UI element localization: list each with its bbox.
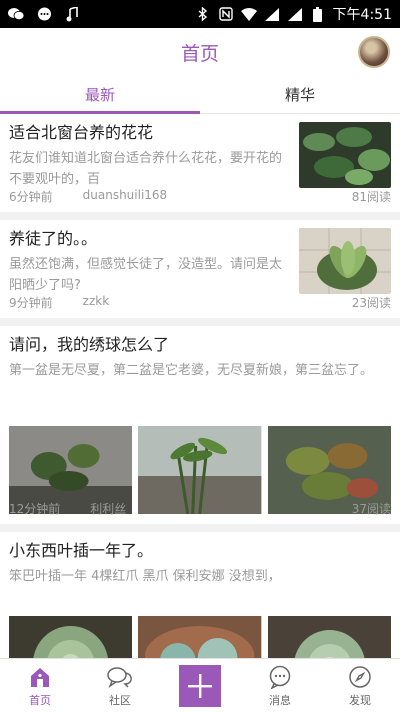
nav-create[interactable]: [160, 659, 240, 712]
plus-icon[interactable]: [179, 664, 221, 707]
signal-icon: [264, 6, 280, 22]
post-text: 请问，我的绣球怎么了 第一盆是无尽夏，第二盆是它老婆，无尽夏新娘，第三盆忘了。: [9, 334, 393, 381]
post-text: 适合北窗台养的花花 花友们谁知道北窗台适合养什么花花，要开花的不要观叶的，百: [9, 122, 291, 190]
message-bubble-icon: [36, 6, 52, 22]
post-meta: 12分钟前 利利丝 37阅读: [9, 500, 391, 517]
post-author[interactable]: zzkk: [83, 294, 110, 311]
post-title: 请问，我的绣球怎么了: [9, 335, 170, 354]
compass-icon: [347, 664, 373, 690]
post-meta: 9分钟前 zzkk 23阅读: [9, 294, 391, 311]
post-image[interactable]: [9, 616, 133, 658]
post-thumbnail[interactable]: [299, 228, 391, 294]
post-item[interactable]: 养徒了的。。 虽然还饱满，但感觉长徒了，没造型。请问是太阳晒少了吗? 9分钟前 …: [0, 220, 400, 326]
post-item[interactable]: 请问，我的绣球怎么了 第一盆是无尽夏，第二盆是它老婆，无尽夏新娘，第三盆忘了。: [0, 326, 400, 532]
nav-messages-label: 消息: [269, 693, 291, 707]
status-bar: 下午4:51: [0, 0, 400, 28]
post-meta: 6分钟前 duanshuili168 81阅读: [9, 188, 391, 205]
music-note-icon: [64, 6, 80, 22]
post-text: 小东西叶插一年了。 笨巴叶插一年 4棵红爪 黑爪 保利安娜 没想到，: [9, 540, 393, 587]
post-title: 养徒了的。。: [9, 229, 98, 248]
chat-bubbles-icon: [107, 664, 133, 690]
wifi-icon: [240, 6, 257, 22]
post-item[interactable]: 小东西叶插一年了。 笨巴叶插一年 4棵红爪 黑爪 保利安娜 没想到，: [0, 532, 400, 658]
bluetooth-icon: [195, 6, 211, 22]
post-time: 9分钟前: [9, 296, 53, 310]
bottom-nav: 首页 社区 消息 发现: [0, 658, 400, 712]
tab-bar: 最新 精华: [0, 76, 400, 114]
post-image[interactable]: [138, 616, 262, 658]
nav-messages[interactable]: 消息: [240, 659, 320, 712]
home-icon: [27, 664, 53, 690]
post-summary: 花友们谁知道北窗台适合养什么花花，要开花的不要观叶的，百: [9, 151, 283, 187]
post-summary: 虽然还饱满，但感觉长徒了，没造型。请问是太阳晒少了吗?: [9, 257, 283, 293]
post-summary: 第一盆是无尽夏，第二盆是它老婆，无尽夏新娘，第三盆忘了。: [9, 363, 374, 378]
post-read-count: 81阅读: [351, 190, 391, 204]
nav-community[interactable]: 社区: [80, 659, 160, 712]
nav-community-label: 社区: [109, 693, 131, 707]
post-text: 养徒了的。。 虽然还饱满，但感觉长徒了，没造型。请问是太阳晒少了吗?: [9, 228, 291, 296]
post-time: 6分钟前: [9, 190, 53, 204]
tab-featured[interactable]: 精华: [200, 76, 400, 113]
post-image-grid: [9, 616, 391, 658]
nav-home[interactable]: 首页: [0, 659, 80, 712]
post-title: 适合北窗台养的花花: [9, 123, 154, 142]
nav-discover[interactable]: 发现: [320, 659, 400, 712]
post-feed: 适合北窗台养的花花 花友们谁知道北窗台适合养什么花花，要开花的不要观叶的，百 6…: [0, 114, 400, 658]
post-title: 小东西叶插一年了。: [9, 541, 154, 560]
post-image[interactable]: [267, 616, 391, 658]
status-time: 下午4:51: [332, 7, 392, 23]
nfc-icon: [218, 6, 234, 22]
post-author[interactable]: duanshuili168: [83, 188, 168, 205]
battery-icon: [310, 6, 326, 22]
post-author[interactable]: 利利丝: [90, 500, 126, 517]
avatar[interactable]: [358, 36, 390, 68]
nav-discover-label: 发现: [349, 693, 371, 707]
post-summary: 笨巴叶插一年 4棵红爪 黑爪 保利安娜 没想到，: [9, 569, 281, 584]
post-thumbnail[interactable]: [299, 122, 391, 188]
app-header: 首页: [0, 28, 400, 76]
page-title: 首页: [180, 42, 219, 65]
post-time: 12分钟前: [9, 502, 61, 516]
signal-2-icon: [287, 6, 303, 22]
post-read-count: 37阅读: [351, 502, 391, 516]
post-read-count: 23阅读: [351, 296, 391, 310]
tab-latest[interactable]: 最新: [0, 76, 200, 114]
message-icon: [267, 664, 293, 690]
wechat-icon: [8, 6, 24, 22]
post-item[interactable]: 适合北窗台养的花花 花友们谁知道北窗台适合养什么花花，要开花的不要观叶的，百 6…: [0, 114, 400, 220]
nav-home-label: 首页: [29, 693, 51, 707]
